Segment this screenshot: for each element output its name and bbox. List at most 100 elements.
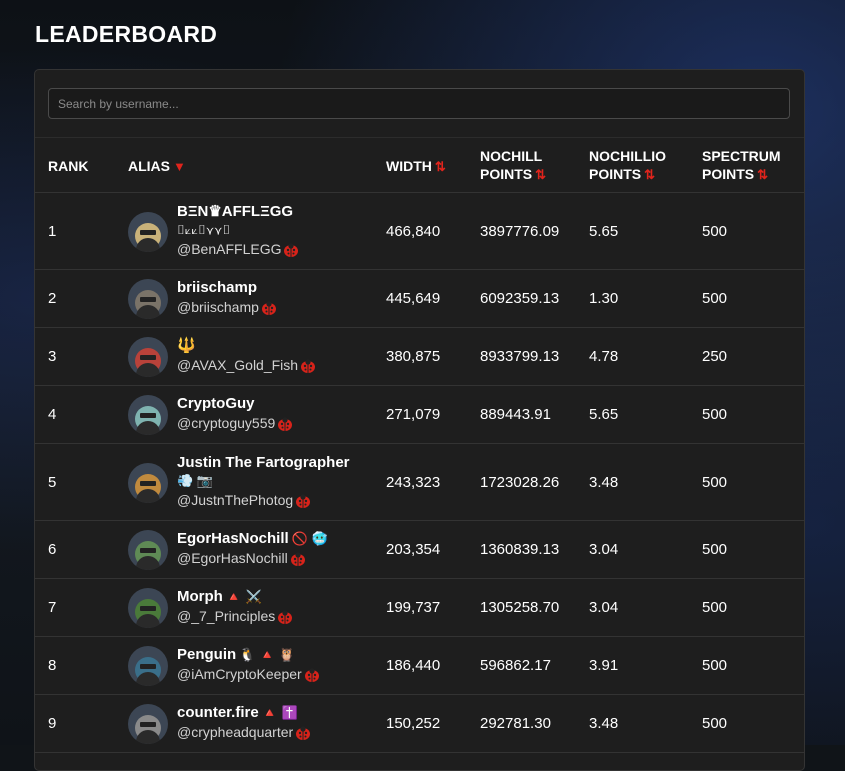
user-handle[interactable]: @_7_Principles xyxy=(177,606,293,629)
alias-name[interactable]: CryptoGuy xyxy=(177,395,293,413)
alias-name[interactable]: Justin The Fartographer xyxy=(177,454,350,472)
handle-text: @BenAFFLEGG xyxy=(177,240,282,257)
table-row[interactable]: 4 CryptoGuy @cryptoguy559 271,079 889443.91 5… xyxy=(35,386,804,444)
alias-name[interactable]: Penguin 🐧 🔺 🦉 xyxy=(177,646,320,664)
spectrum-points-cell: 500 xyxy=(702,222,728,240)
avatar[interactable] xyxy=(128,704,168,744)
leaderboard-card: RANK ALIAS▼ WIDTH⇅ NOCHILL POINTS⇅ NOCHI… xyxy=(34,69,805,771)
alias-name[interactable]: 🔱 xyxy=(177,337,316,355)
user-handle[interactable]: @JustnThePhotog xyxy=(177,490,350,513)
avatar[interactable] xyxy=(128,646,168,686)
nochill-header-line2: POINTS xyxy=(480,166,533,182)
ladybug-badge-icon xyxy=(283,242,299,262)
ladybug-badge-icon xyxy=(277,609,293,629)
width-cell: 466,840 xyxy=(386,222,441,240)
table-row[interactable]: 1 BΞN♛AFFLΞGG ⌷⟀⟀⌷⋎⋎⌷ @BenAFFLEGG 466,840 389… xyxy=(35,193,804,270)
alias-emoji: 💨 📷 xyxy=(177,472,213,488)
alias-cell: Penguin 🐧 🔺 🦉 @iAmCryptoKeeper xyxy=(177,646,320,687)
alias-name-text: counter.fire xyxy=(177,704,259,721)
nochill-points-cell: 889443.91 xyxy=(480,406,551,423)
spectrum-points-cell: 500 xyxy=(702,657,728,674)
user-handle[interactable]: @briischamp xyxy=(177,297,277,320)
alias-cell: Justin The Fartographer 💨 📷 @JustnThePhoto… xyxy=(177,454,350,513)
spectrum-points-cell: 500 xyxy=(702,290,728,307)
ladybug-badge-icon xyxy=(277,416,293,436)
alias-emoji: 🔺 ✝️ xyxy=(261,705,298,720)
alias-name[interactable]: Morph 🔺 ⚔️ xyxy=(177,588,293,606)
nochill-points-cell: 1305258.70 xyxy=(480,599,560,616)
width-cell: 271,079 xyxy=(386,406,441,423)
spectrum-points-header[interactable]: SPECTRUM POINTS ⇅ xyxy=(702,147,781,184)
table-row[interactable]: 6 EgorHasNochill 🚫 🥶 @EgorHasNochill 203,354… xyxy=(35,521,804,579)
nochill-points-cell: 8933799.13 xyxy=(480,348,560,365)
ladybug-badge-icon xyxy=(304,667,320,687)
rank-cell: 7 xyxy=(48,599,57,616)
table-row[interactable]: 5 Justin The Fartographer 💨 📷 @JustnThePhot… xyxy=(35,444,804,521)
nochill-points-cell: 1360839.13 xyxy=(480,541,560,558)
user-handle[interactable]: @cryptoguy559 xyxy=(177,413,293,436)
alias-name[interactable]: BΞN♛AFFLΞGG xyxy=(177,203,299,221)
nochill-points-cell: 6092359.13 xyxy=(480,290,560,307)
alias-emoji: ⌷⟀⟀⌷⋎⋎⌷ xyxy=(177,221,231,237)
handle-text: @EgorHasNochill xyxy=(177,550,288,566)
ladybug-badge-icon xyxy=(295,725,311,745)
nochillio-points-header[interactable]: NOCHILLIO POINTS ⇅ xyxy=(589,147,666,184)
avatar[interactable] xyxy=(128,588,168,628)
avatar[interactable] xyxy=(128,462,168,503)
alias-emoji: 🐧 🔺 🦉 xyxy=(239,647,295,662)
ladybug-badge-icon xyxy=(295,493,311,513)
user-handle[interactable]: @iAmCryptoKeeper xyxy=(177,664,320,687)
spectrum-header-line1: SPECTRUM xyxy=(702,148,781,164)
sort-arrows-icon: ⇅ xyxy=(757,167,769,182)
table-row[interactable]: 2 briischamp @briischamp 445,649 6092359.13 1… xyxy=(35,270,804,328)
handle-text: @crypheadquarter xyxy=(177,724,294,740)
user-handle[interactable]: @crypheadquarter xyxy=(177,722,311,745)
alias-name[interactable]: counter.fire 🔺 ✝️ xyxy=(177,704,311,722)
table-row[interactable]: 9 counter.fire 🔺 ✝️ @crypheadquarter 150,252… xyxy=(35,695,804,753)
nochillio-points-cell: 3.91 xyxy=(589,657,619,674)
caret-down-icon: ▼ xyxy=(173,159,186,174)
table-row[interactable]: 8 Penguin 🐧 🔺 🦉 @iAmCryptoKeeper 186,440 5968… xyxy=(35,637,804,695)
alias-cell: EgorHasNochill 🚫 🥶 @EgorHasNochill xyxy=(177,530,328,571)
nochill-points-header[interactable]: NOCHILL POINTS ⇅ xyxy=(480,147,546,184)
avatar[interactable] xyxy=(128,530,168,570)
avatar[interactable] xyxy=(128,211,168,252)
alias-name[interactable]: briischamp xyxy=(177,279,277,297)
rank-cell: 3 xyxy=(48,348,57,365)
ladybug-badge-icon xyxy=(290,551,306,571)
user-handle[interactable]: @BenAFFLEGG xyxy=(177,239,299,262)
alias-name-text: briischamp xyxy=(177,279,258,296)
alias-header[interactable]: ALIAS ▼ xyxy=(128,157,186,176)
nochillio-points-cell: 3.48 xyxy=(589,473,619,491)
rank-cell: 6 xyxy=(48,541,57,558)
nochillio-points-cell: 3.04 xyxy=(589,599,619,616)
avatar[interactable] xyxy=(128,337,168,377)
ladybug-badge-icon xyxy=(261,300,277,320)
rank-cell: 8 xyxy=(48,657,57,674)
width-cell: 203,354 xyxy=(386,541,441,558)
nochill-points-cell: 1723028.26 xyxy=(480,473,560,491)
alias-name-text: EgorHasNochill xyxy=(177,530,289,547)
user-handle[interactable]: @EgorHasNochill xyxy=(177,548,328,571)
search-input[interactable] xyxy=(48,88,790,119)
alias-emoji: 🔺 ⚔️ xyxy=(225,589,262,604)
sort-arrows-icon: ⇅ xyxy=(434,159,446,174)
nochillio-points-cell: 3.48 xyxy=(589,715,619,732)
width-cell: 243,323 xyxy=(386,473,441,491)
avatar[interactable] xyxy=(128,395,168,435)
handle-text: @cryptoguy559 xyxy=(177,415,276,431)
user-handle[interactable]: @AVAX_Gold_Fish xyxy=(177,355,316,378)
table-row[interactable]: 7 Morph 🔺 ⚔️ @_7_Principles 199,737 1305258.7… xyxy=(35,579,804,637)
alias-name[interactable]: EgorHasNochill 🚫 🥶 xyxy=(177,530,328,548)
nochillio-header-line2: POINTS xyxy=(589,166,642,182)
page-title: LEADERBOARD xyxy=(35,21,218,47)
alias-name-text: Morph xyxy=(177,588,223,605)
alias-cell: counter.fire 🔺 ✝️ @crypheadquarter xyxy=(177,704,311,745)
alias-name-text: BΞN♛AFFLΞGG xyxy=(177,202,294,220)
width-cell: 150,252 xyxy=(386,715,441,732)
avatar[interactable] xyxy=(128,279,168,319)
handle-text: @_7_Principles xyxy=(177,608,276,624)
rank-cell: 1 xyxy=(48,222,57,240)
table-row[interactable]: 3 🔱 @AVAX_Gold_Fish 380,875 8933799.13 4.78 25… xyxy=(35,328,804,386)
width-header[interactable]: WIDTH ⇅ xyxy=(386,157,446,176)
